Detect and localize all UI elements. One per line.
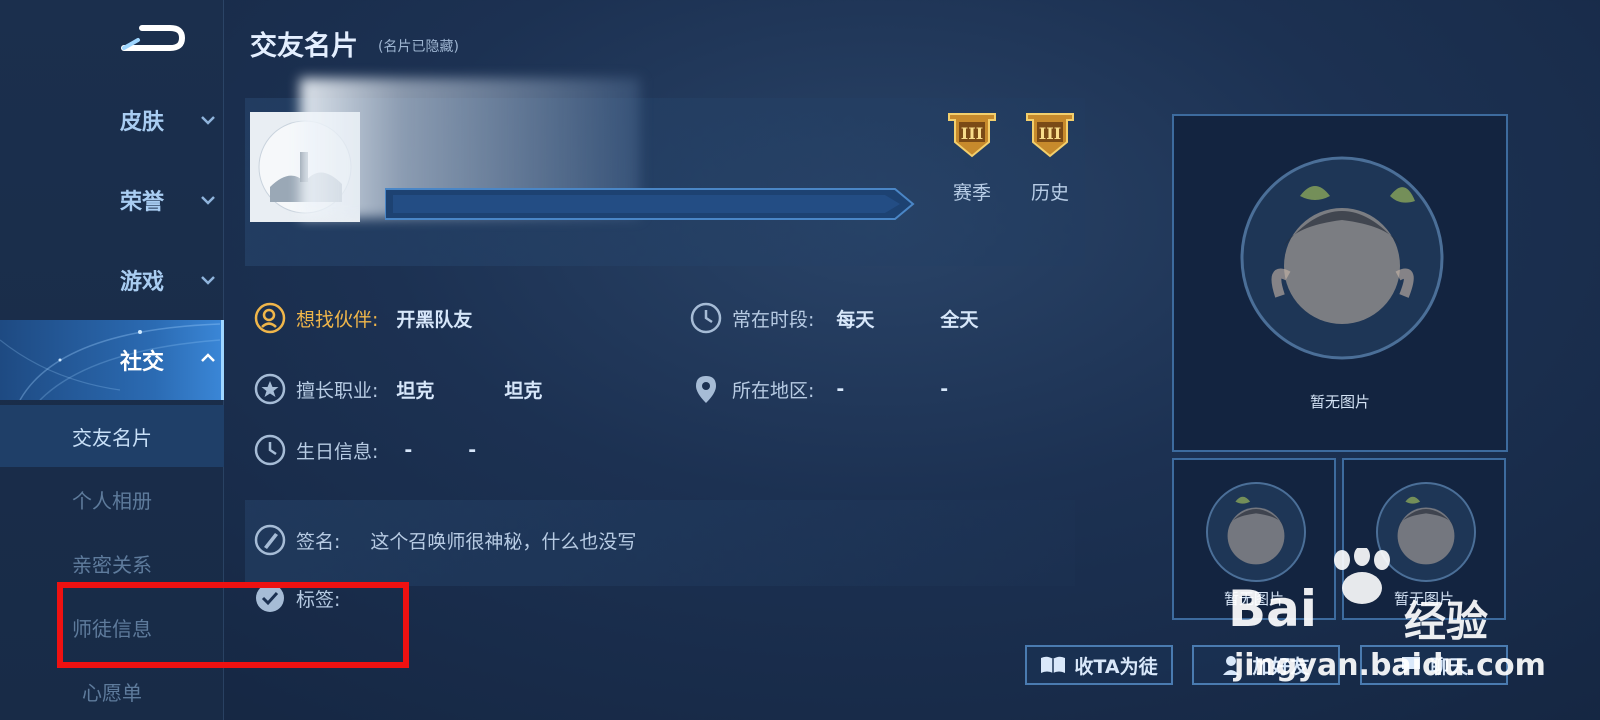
signature-label: 签名: bbox=[296, 530, 341, 553]
watermark: Bai 经验 jingyan.baidu.com bbox=[1228, 548, 1588, 688]
time-value-1: 每天 bbox=[836, 308, 875, 331]
sub-friend-card[interactable]: 交友名片 bbox=[0, 405, 224, 467]
region-row: 所在地区: - - bbox=[690, 373, 948, 405]
book-icon bbox=[1041, 656, 1066, 673]
history-rank-numeral: III bbox=[1039, 124, 1061, 143]
partner-search-icon bbox=[254, 302, 286, 334]
nav-honor[interactable]: 荣誉 bbox=[0, 170, 224, 230]
season-rank-label: 赛季 bbox=[952, 182, 991, 204]
placeholder-character-icon bbox=[1240, 156, 1444, 360]
chevron-down-icon bbox=[201, 196, 215, 205]
rank-shield-icon: III bbox=[948, 113, 996, 158]
region-value-2: - bbox=[940, 378, 949, 400]
role-value-2: 坦克 bbox=[504, 379, 543, 402]
clock-icon bbox=[690, 302, 722, 334]
birthday-row: 生日信息: - - bbox=[254, 434, 476, 466]
watermark-brand: Bai bbox=[1228, 580, 1317, 638]
paw-logo-icon bbox=[1334, 548, 1390, 604]
highlight-box bbox=[57, 582, 409, 668]
birthday-value-2: - bbox=[468, 439, 477, 461]
decorative-arcs bbox=[0, 323, 221, 400]
apprentice-button-label: 收TA为徒 bbox=[1074, 655, 1158, 678]
chevron-up-icon bbox=[201, 353, 215, 362]
nav-social-label: 社交 bbox=[120, 350, 165, 375]
nav-skin-label: 皮肤 bbox=[120, 110, 165, 135]
nav-game[interactable]: 游戏 bbox=[0, 250, 224, 310]
time-value-2: 全天 bbox=[940, 308, 979, 331]
back-icon[interactable] bbox=[118, 18, 186, 58]
nav-honor-label: 荣誉 bbox=[120, 190, 165, 215]
chevron-down-icon bbox=[201, 276, 215, 285]
apprentice-button[interactable]: 收TA为徒 bbox=[1025, 645, 1173, 685]
page-subtitle: (名片已隐藏) bbox=[378, 39, 459, 55]
history-rank-label: 历史 bbox=[1030, 182, 1069, 204]
level-bar bbox=[385, 188, 915, 220]
watermark-url: jingyan.baidu.com bbox=[1234, 648, 1546, 683]
sub-wishlist[interactable]: 心愿单 bbox=[0, 660, 224, 720]
history-rank[interactable]: III 历史 bbox=[1022, 108, 1078, 205]
region-value-1: - bbox=[836, 378, 845, 400]
time-row: 常在时段: 每天 全天 bbox=[690, 302, 978, 334]
rank-shield-icon: III bbox=[1026, 113, 1074, 158]
pen-icon bbox=[254, 524, 286, 556]
signature-row: 签名: 这个召唤师很神秘，什么也没写 bbox=[254, 524, 636, 556]
chevron-down-icon bbox=[201, 116, 215, 125]
time-label: 常在时段: bbox=[732, 308, 815, 331]
birthday-label: 生日信息: bbox=[296, 440, 379, 463]
season-rank[interactable]: III 赛季 bbox=[944, 108, 1000, 205]
birthday-value-1: - bbox=[404, 439, 413, 461]
signature-value: 这个召唤师很神秘，什么也没写 bbox=[370, 530, 637, 553]
partner-value: 开黑队友 bbox=[396, 308, 473, 331]
partner-row: 想找伙伴: 开黑队友 bbox=[254, 302, 472, 334]
role-label: 擅长职业: bbox=[296, 379, 379, 402]
role-value-1: 坦克 bbox=[396, 379, 435, 402]
watermark-brand-2: 经验 bbox=[1404, 597, 1489, 646]
page-title: 交友名片 bbox=[250, 31, 358, 62]
nav-skin[interactable]: 皮肤 bbox=[0, 90, 224, 150]
nav-social[interactable]: 社交 bbox=[0, 320, 224, 400]
role-row: 擅长职业: 坦克 坦克 bbox=[254, 373, 542, 405]
partner-label: 想找伙伴: bbox=[296, 308, 379, 331]
season-rank-numeral: III bbox=[961, 124, 983, 143]
nav-game-label: 游戏 bbox=[120, 270, 165, 295]
star-icon bbox=[254, 373, 286, 405]
photo-main-caption: 暂无图片 bbox=[1309, 393, 1370, 411]
sub-album[interactable]: 个人相册 bbox=[0, 468, 224, 530]
location-pin-icon bbox=[696, 376, 716, 403]
clock-icon bbox=[254, 434, 286, 466]
photo-main[interactable]: 暂无图片 bbox=[1172, 114, 1508, 452]
region-label: 所在地区: bbox=[732, 379, 815, 402]
